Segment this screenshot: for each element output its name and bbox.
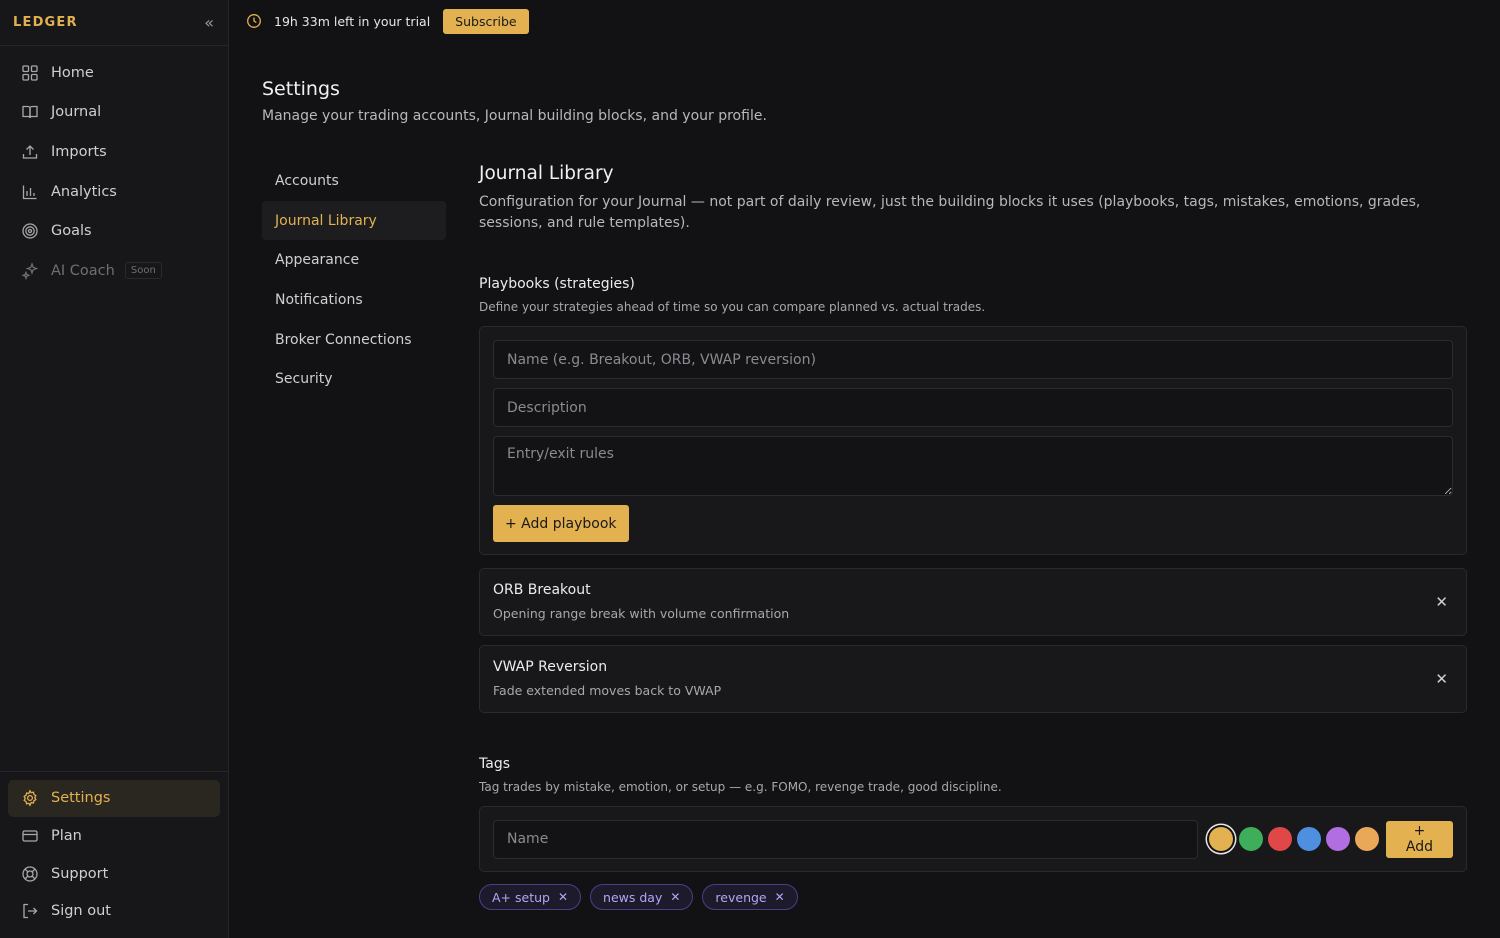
sidebar-item-journal[interactable]: Journal (0, 93, 228, 133)
color-swatch[interactable] (1296, 827, 1321, 851)
chevrons-left-icon[interactable]: « (204, 13, 214, 32)
trial-text: 19h 33m left in your trial (274, 13, 431, 29)
tab-security[interactable]: Security (262, 359, 446, 399)
section-title: Journal Library (479, 163, 614, 184)
gear-icon (21, 789, 39, 807)
tag-form: + Add (479, 806, 1467, 872)
trial-bar: 19h 33m left in your trial Subscribe (229, 0, 1500, 42)
sidebar: LEDGER « Home Journal Imports Analytics (0, 0, 229, 938)
playbook-card: VWAP Reversion Fade extended moves back … (479, 645, 1467, 713)
subscribe-button[interactable]: Subscribe (443, 8, 529, 34)
close-icon[interactable]: ✕ (670, 890, 680, 904)
color-swatch[interactable] (1325, 827, 1350, 851)
tag-chip[interactable]: revenge ✕ (702, 884, 798, 910)
sidebar-item-support[interactable]: Support (8, 855, 220, 893)
playbook-form: + Add playbook (479, 326, 1467, 555)
journal-library-content: Journal Library Configuration for your J… (479, 163, 1467, 910)
page-subtitle: Manage your trading accounts, Journal bu… (262, 108, 767, 124)
sidebar-item-analytics[interactable]: Analytics (0, 172, 228, 212)
sidebar-item-label: Settings (51, 790, 111, 807)
playbook-card: ORB Breakout Opening range break with vo… (479, 568, 1467, 636)
bottom-nav: Settings Plan Support Sign out (0, 770, 228, 938)
close-icon[interactable]: ✕ (775, 890, 785, 904)
sidebar-item-label: AI Coach (51, 262, 115, 279)
color-swatch[interactable] (1238, 827, 1263, 851)
upload-icon (21, 143, 39, 161)
tag-chip-label: revenge (715, 889, 767, 905)
sidebar-item-plan[interactable]: Plan (8, 817, 220, 855)
sidebar-item-sign-out[interactable]: Sign out (8, 892, 220, 930)
close-icon[interactable]: ✕ (1435, 670, 1448, 688)
add-tag-button[interactable]: + Add (1385, 820, 1453, 858)
sidebar-item-label: Imports (51, 143, 107, 160)
tag-name-input[interactable] (493, 819, 1198, 859)
tab-accounts[interactable]: Accounts (262, 161, 446, 201)
tab-appearance[interactable]: Appearance (262, 240, 446, 280)
tab-broker-connections[interactable]: Broker Connections (262, 320, 446, 360)
close-icon[interactable]: ✕ (558, 890, 568, 904)
playbook-name: ORB Breakout (493, 582, 591, 598)
brand-row: LEDGER « (0, 0, 228, 46)
playbook-desc: Opening range break with volume confirma… (493, 606, 790, 621)
tags-description: Tag trades by mistake, emotion, or setup… (479, 780, 1002, 794)
close-icon[interactable]: ✕ (1435, 593, 1448, 611)
sidebar-item-home[interactable]: Home (0, 53, 228, 93)
sidebar-item-goals[interactable]: Goals (0, 211, 228, 251)
color-picker (1206, 827, 1384, 851)
playbook-description-input[interactable] (493, 388, 1453, 427)
sidebar-item-label: Plan (51, 828, 82, 845)
tag-chip[interactable]: news day ✕ (590, 884, 694, 910)
target-icon (21, 222, 39, 240)
playbooks-description: Define your strategies ahead of time so … (479, 300, 986, 314)
color-swatch[interactable] (1267, 827, 1292, 851)
sidebar-item-imports[interactable]: Imports (0, 132, 228, 172)
book-icon (21, 103, 39, 121)
tags-section: Tags Tag trades by mistake, emotion, or … (479, 756, 1467, 910)
playbook-desc: Fade extended moves back to VWAP (493, 683, 722, 698)
sidebar-item-label: Sign out (51, 903, 111, 920)
clock-icon (246, 13, 262, 29)
soon-badge: Soon (124, 262, 162, 280)
playbook-name-input[interactable] (493, 340, 1453, 379)
tag-chip[interactable]: A+ setup ✕ (479, 884, 582, 910)
playbook-name: VWAP Reversion (493, 659, 608, 675)
sidebar-item-settings[interactable]: Settings (8, 779, 220, 818)
grid-icon (21, 64, 39, 82)
bar-chart-icon (21, 183, 39, 201)
sidebar-item-label: Analytics (51, 183, 117, 200)
main-nav: Home Journal Imports Analytics Goals AI … (0, 46, 228, 291)
add-playbook-button[interactable]: + Add playbook (493, 505, 629, 542)
card-icon (21, 827, 39, 845)
tab-journal-library[interactable]: Journal Library (262, 200, 446, 241)
sign-out-icon (21, 902, 39, 920)
tag-chip-label: A+ setup (492, 889, 550, 905)
tag-chip-label: news day (603, 889, 663, 905)
color-swatch[interactable] (1354, 827, 1379, 851)
tab-notifications[interactable]: Notifications (262, 280, 446, 320)
sidebar-item-label: Journal (51, 104, 102, 121)
lifebuoy-icon (21, 865, 39, 883)
tags-title: Tags (479, 756, 510, 772)
sidebar-item-label: Goals (51, 223, 92, 240)
brand-logo: LEDGER (13, 15, 78, 30)
sidebar-item-ai-coach[interactable]: AI Coach Soon (0, 251, 228, 291)
sidebar-item-label: Support (51, 865, 109, 882)
settings-subnav: Accounts Journal Library Appearance Noti… (262, 161, 446, 399)
page-title: Settings (262, 78, 340, 100)
playbooks-title: Playbooks (strategies) (479, 276, 635, 292)
playbook-rules-textarea[interactable] (493, 436, 1453, 496)
color-swatch[interactable] (1208, 827, 1233, 851)
playbooks-section: Playbooks (strategies) Define your strat… (479, 276, 1467, 713)
section-description: Configuration for your Journal — not par… (479, 194, 1421, 231)
sparkles-icon (21, 261, 39, 280)
tag-chip-list: A+ setup ✕ news day ✕ revenge ✕ (479, 884, 1467, 910)
sidebar-item-label: Home (51, 64, 94, 81)
